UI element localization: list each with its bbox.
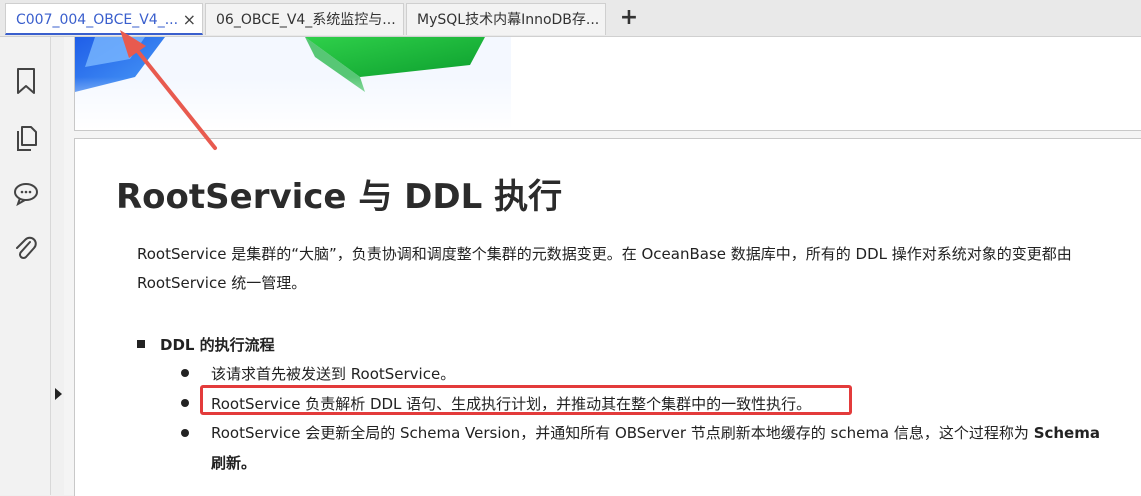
intro-paragraph-line2: RootService 统一管理。 [137,274,307,292]
tab-label: C007_004_OBCE_V4_... [16,12,179,28]
list-item-bold-text: Schema [1033,424,1100,442]
page-illustration [75,37,511,130]
close-icon[interactable]: × [183,4,196,33]
list-item: RootService 会更新全局的 Schema Version，并通知所有 … [211,422,1100,443]
bookmark-icon[interactable] [13,67,39,95]
section-title: DDL 的执行流程 [137,334,275,355]
new-tab-button[interactable]: + [618,4,640,32]
sidebar [0,37,51,495]
comments-icon[interactable] [13,179,39,207]
bullet-icon [181,399,189,407]
expand-sidebar-icon[interactable] [52,386,64,402]
tab-mysql-innodb[interactable]: MySQL技术内幕InnoDB存... [406,3,606,35]
page-title: RootService 与 DDL 执行 [116,177,563,217]
document-page: RootService 与 DDL 执行 RootService 是集群的“大脑… [74,138,1141,496]
bullet-icon [181,369,189,377]
tab-bar: C007_004_OBCE_V4_... × 06_OBCE_V4_系统监控与.… [0,0,1141,37]
attachment-icon[interactable] [13,235,39,263]
tab-label: 06_OBCE_V4_系统监控与... [216,12,396,28]
intro-paragraph-line1: RootService 是集群的“大脑”，负责协调和调度整个集群的元数据变更。在… [137,245,1072,263]
list-item: 该请求首先被发送到 RootService。 [211,365,456,383]
pages-icon[interactable] [13,124,39,152]
highlight-box [200,385,852,415]
tab-06-obce[interactable]: 06_OBCE_V4_系统监控与... [205,3,404,35]
square-bullet-icon [137,339,145,348]
previous-page [74,37,1141,131]
bullet-icon [181,429,189,437]
list-item-text: RootService 会更新全局的 Schema Version，并通知所有 … [211,424,1029,442]
section-title-text: DDL 的执行流程 [160,336,275,354]
tab-c007-obce[interactable]: C007_004_OBCE_V4_... × [5,3,203,35]
tab-label: MySQL技术内幕InnoDB存... [417,12,600,28]
list-item-continuation: 刷新。 [211,454,257,472]
